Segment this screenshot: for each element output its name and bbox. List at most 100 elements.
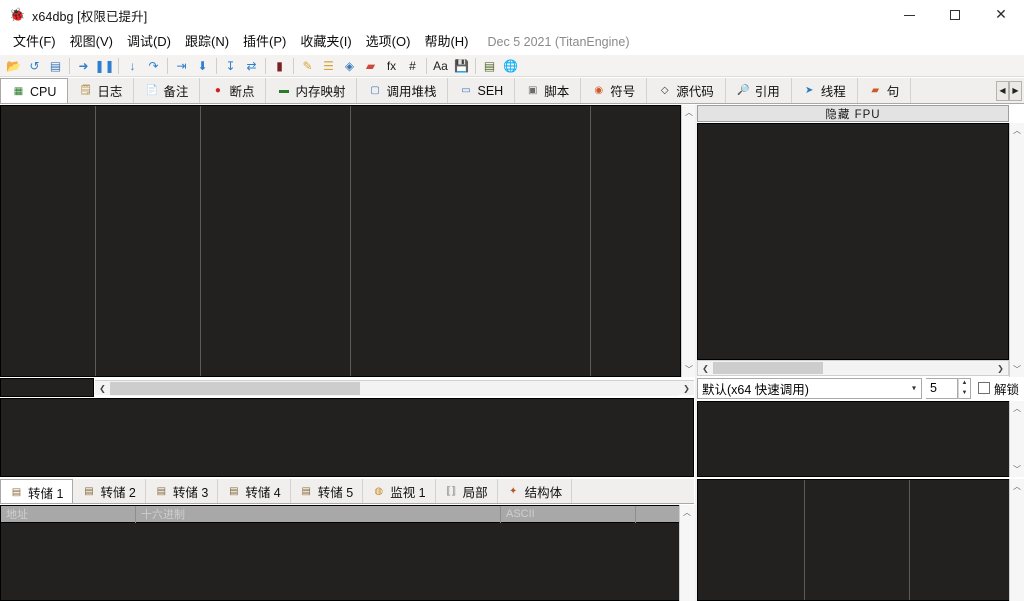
unlock-checkbox[interactable] xyxy=(978,382,990,394)
tab-notes[interactable]: 📄 备注 xyxy=(134,78,201,103)
registers-view[interactable] xyxy=(697,123,1009,360)
tab-script[interactable]: ▣ 脚本 xyxy=(515,78,582,103)
tab-symbols[interactable]: ◉ 符号 xyxy=(581,78,648,103)
menu-debug[interactable]: 调试(D) xyxy=(120,31,178,53)
disasm-hscroll-track[interactable] xyxy=(110,380,679,396)
argument-vscroll-track[interactable] xyxy=(1009,416,1024,462)
tab-dump-5[interactable]: ▤ 转储 5 xyxy=(291,479,364,503)
dump-view[interactable]: 地址 十六进制 ASCII xyxy=(0,505,694,601)
stackdump-vscroll-track[interactable] xyxy=(1009,494,1024,601)
disassembly-view[interactable] xyxy=(0,105,681,377)
disassembly-hscrollbar[interactable]: ❮ ❯ xyxy=(95,380,694,396)
disasm-hscroll-thumb[interactable] xyxy=(110,381,360,395)
dump-col-hex[interactable]: 十六进制 xyxy=(136,505,501,523)
tab-seh[interactable]: ▭ SEH xyxy=(448,78,516,103)
step-into-icon[interactable]: ↓ xyxy=(123,56,142,75)
disasm-scroll-right-arrow[interactable]: ❯ xyxy=(679,381,694,396)
menu-help[interactable]: 帮助(H) xyxy=(417,31,475,53)
menu-options[interactable]: 选项(O) xyxy=(359,31,418,53)
argument-scroll-down-arrow[interactable]: ﹀ xyxy=(1009,462,1024,477)
tab-source[interactable]: ◇ 源代码 xyxy=(647,78,726,103)
registers-scroll-right-arrow[interactable]: ❯ xyxy=(993,361,1008,376)
stackdump-column-divider-2[interactable] xyxy=(909,480,910,600)
maximize-button[interactable] xyxy=(932,0,978,30)
tab-locals[interactable]: ⟦⟧ 局部 xyxy=(436,479,498,503)
tab-dump-4[interactable]: ▤ 转储 4 xyxy=(218,479,291,503)
close-debug-icon[interactable]: ▤ xyxy=(46,56,65,75)
step-into-expr-icon[interactable]: ↧ xyxy=(221,56,240,75)
disasm-column-divider-2[interactable] xyxy=(200,106,201,376)
disasm-column-divider-4[interactable] xyxy=(590,106,591,376)
stepper-up-icon[interactable]: ▲ xyxy=(959,379,970,389)
run-to-return-icon[interactable]: ⬇ xyxy=(193,56,212,75)
tab-call-stack[interactable]: ▢ 调用堆栈 xyxy=(357,78,449,103)
run-to-user-code-icon[interactable]: ⇄ xyxy=(242,56,261,75)
argument-vscrollbar[interactable]: ︿ ﹀ xyxy=(1009,401,1024,477)
hide-fpu-button[interactable]: 隐藏 FPU xyxy=(697,105,1009,122)
disasm-scroll-left-arrow[interactable]: ❮ xyxy=(95,381,110,396)
menu-favourites[interactable]: 收藏夹(I) xyxy=(293,31,358,53)
tab-cpu[interactable]: ▦ CPU xyxy=(0,78,69,103)
close-button[interactable]: ✕ xyxy=(978,0,1024,30)
tab-breakpoints[interactable]: ● 断点 xyxy=(200,78,267,103)
disasm-column-divider-1[interactable] xyxy=(95,106,96,376)
menu-view[interactable]: 视图(V) xyxy=(63,31,120,53)
registers-scroll-left-arrow[interactable]: ❮ xyxy=(698,361,713,376)
hash-icon[interactable]: # xyxy=(403,56,422,75)
stepper-down-icon[interactable]: ▼ xyxy=(959,388,970,398)
tab-struct[interactable]: ✦ 结构体 xyxy=(498,479,573,503)
step-over-icon[interactable]: ↷ xyxy=(144,56,163,75)
stack-dump-vscrollbar[interactable]: ︿ xyxy=(1009,479,1024,601)
minimize-button[interactable] xyxy=(886,0,932,30)
registers-vscroll-track[interactable] xyxy=(1009,138,1024,362)
dump-vscroll-track[interactable] xyxy=(679,520,695,601)
stackdump-column-divider-1[interactable] xyxy=(804,480,805,600)
tab-memory-map[interactable]: ▬ 内存映射 xyxy=(266,78,358,103)
stack-view[interactable] xyxy=(0,398,694,477)
registers-scroll-down-arrow[interactable]: ﹀ xyxy=(1009,362,1024,377)
dock-splitter[interactable] xyxy=(695,105,697,601)
dump-col-extra[interactable] xyxy=(636,505,680,523)
disasm-column-divider-3[interactable] xyxy=(350,106,351,376)
tab-dump-3[interactable]: ▤ 转储 3 xyxy=(146,479,219,503)
registers-hscrollbar[interactable]: ❮ ❯ xyxy=(697,360,1009,376)
argument-scroll-up-arrow[interactable]: ︿ xyxy=(1009,401,1024,416)
registers-vscrollbar[interactable]: ︿ ﹀ xyxy=(1009,123,1024,377)
save-patch-icon[interactable]: 💾 xyxy=(452,56,471,75)
menu-file[interactable]: 文件(F) xyxy=(6,31,63,53)
patch-icon[interactable]: ✎ xyxy=(298,56,317,75)
dump-scroll-up-arrow[interactable]: ︿ xyxy=(679,505,695,520)
tab-references[interactable]: 🔎 引用 xyxy=(726,78,792,103)
run-icon[interactable]: ➜ xyxy=(74,56,93,75)
registers-hscroll-thumb[interactable] xyxy=(713,362,823,374)
restart-icon[interactable]: ↺ xyxy=(25,56,44,75)
calculator-icon[interactable]: ▤ xyxy=(480,56,499,75)
breakpoints-icon[interactable]: ◈ xyxy=(340,56,359,75)
functions-icon[interactable]: fx xyxy=(382,56,401,75)
registers-hscroll-track[interactable] xyxy=(713,361,993,375)
tab-dump-2[interactable]: ▤ 转储 2 xyxy=(73,479,146,503)
dump-col-ascii[interactable]: ASCII xyxy=(501,505,636,523)
step-out-icon[interactable]: ⇥ xyxy=(172,56,191,75)
tab-watch-1[interactable]: ◍ 监视 1 xyxy=(363,479,436,503)
log-icon[interactable]: ☰ xyxy=(319,56,338,75)
dump-vscrollbar[interactable]: ︿ xyxy=(679,505,695,601)
globe-icon[interactable]: 🌐 xyxy=(501,56,520,75)
registers-scroll-up-arrow[interactable]: ︿ xyxy=(1009,123,1024,138)
dump-col-address[interactable]: 地址 xyxy=(1,505,136,523)
tab-dump-1[interactable]: ▤ 转储 1 xyxy=(0,479,74,503)
tab-scroll-right-button[interactable]: ▶ xyxy=(1009,80,1022,101)
menu-plugins[interactable]: 插件(P) xyxy=(236,31,293,53)
argument-count-stepper[interactable]: ▲ ▼ xyxy=(958,377,971,399)
stackdump-scroll-up-arrow[interactable]: ︿ xyxy=(1009,479,1024,494)
argument-view[interactable] xyxy=(697,401,1024,477)
unlock-checkbox-wrap[interactable]: 解锁 xyxy=(978,379,1019,398)
tab-handles[interactable]: ▰ 句 xyxy=(858,78,912,103)
attach-icon[interactable]: ▮ xyxy=(270,56,289,75)
menu-trace[interactable]: 跟踪(N) xyxy=(178,31,236,53)
tab-scroll-left-button[interactable]: ◀ xyxy=(996,80,1009,101)
pause-icon[interactable]: ❚❚ xyxy=(94,56,114,75)
eraser-icon[interactable]: ▰ xyxy=(361,56,380,75)
disassembly-vscrollbar[interactable]: ︿ ﹀ xyxy=(681,105,697,377)
font-icon[interactable]: Aa xyxy=(431,56,450,75)
